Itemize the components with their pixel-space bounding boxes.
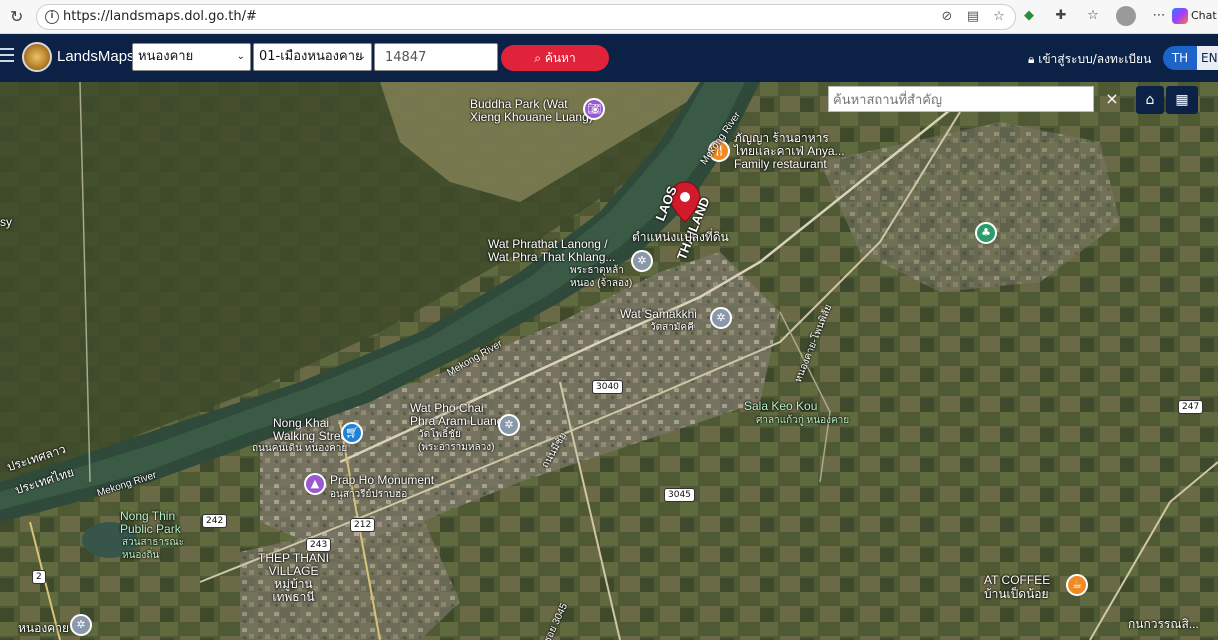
- profile-avatar[interactable]: [1116, 6, 1136, 26]
- road-shield-212: 212: [350, 518, 376, 532]
- parcel-location-label: ตำแหน่งแปลงที่ดิน: [632, 230, 729, 244]
- poi-at-coffee-label: AT COFFEE: [984, 573, 1051, 587]
- parcel-number-input[interactable]: [374, 43, 498, 71]
- search-button[interactable]: ⌕ ค้นหา: [501, 45, 609, 71]
- cafe-icon[interactable]: ☕︎: [1066, 574, 1088, 596]
- buddha-park-icon[interactable]: 📷︎: [583, 98, 605, 120]
- temple-icon[interactable]: ✲: [631, 250, 653, 272]
- reader-view-icon[interactable]: ▤: [965, 9, 981, 25]
- temple-icon[interactable]: ✲: [70, 614, 92, 636]
- app-header: LandsMaps หนองคาย ⌄ 01-เมืองหนองคาย ⌄ ⌕ …: [0, 34, 1218, 82]
- monument-icon[interactable]: ▲: [304, 473, 326, 495]
- poi-nong-thin-park-label: Nong Thin Public Park: [120, 509, 181, 536]
- more-menu-icon[interactable]: ⋯: [1150, 7, 1168, 25]
- road-shield-243: 243: [306, 538, 332, 552]
- copilot-icon: [1172, 8, 1188, 24]
- poi-buddha-park-label: Buddha Park (Wat Xieng Khouane Luang): [470, 97, 593, 124]
- road-shield-247: 247: [1178, 400, 1204, 414]
- grid-layer-icon[interactable]: ▦: [1166, 86, 1198, 114]
- poi-at-coffee-th-label: บ้านเป็ดน้อย: [984, 587, 1049, 601]
- poi-prap-ho-label: Prap Ho Monument: [330, 473, 435, 487]
- chevron-down-icon: ⌄: [357, 51, 366, 62]
- road-shield-3045: 3045: [664, 488, 695, 502]
- shopping-icon[interactable]: 🛒︎: [341, 422, 363, 444]
- favorites-icon[interactable]: ☆: [1084, 7, 1102, 25]
- poi-sala-keo-kou-th-label: ศาลาแก้วกู่ หนองคาย: [756, 415, 850, 426]
- poi-walking-street-label: Nong Khai Walking Street: [273, 416, 351, 443]
- place-nong-khai-label: หนองคาย: [18, 621, 69, 635]
- poi-nong-thin-park-th-label: สวนสาธารณะ หนองถิ่น: [122, 537, 185, 561]
- temple-icon[interactable]: ✲: [710, 307, 732, 329]
- close-icon[interactable]: ×: [1100, 86, 1124, 112]
- temple-icon[interactable]: ✲: [498, 414, 520, 436]
- road-shield-3040: 3040: [592, 380, 623, 394]
- url-text[interactable]: https://landsmaps.dol.go.th/#: [63, 9, 257, 24]
- poi-anya-label: ภัญญา ร้านอาหาร ไทยและคาเฟ่ Anya... Family…: [734, 131, 845, 171]
- home-icon[interactable]: ⌂: [1136, 86, 1164, 114]
- language-en-button[interactable]: EN: [1197, 46, 1218, 70]
- chevron-down-icon: ⌄: [236, 51, 245, 62]
- copilot-button[interactable]: Chat: [1172, 8, 1217, 24]
- map-edge-label-left: sy: [0, 215, 12, 229]
- province-select[interactable]: หนองคาย ⌄: [132, 43, 251, 71]
- search-icon: ⌕: [534, 51, 541, 65]
- favorite-star-icon[interactable]: ☆: [991, 9, 1007, 25]
- road-shield-2: 2: [32, 570, 46, 584]
- poi-wat-phrathat-th-label: พระธาตุหล้า หนอง (จ้าลอง): [570, 265, 633, 289]
- menu-icon[interactable]: [0, 48, 14, 66]
- poi-thep-thani-label: THEP THANI VILLAGE หมู่บ้าน เทพธานี: [258, 551, 329, 604]
- lock-icon: 🔒︎: [1028, 52, 1035, 66]
- district-select[interactable]: 01-เมืองหนองคาย ⌄: [253, 43, 372, 71]
- map-edge-label-right: กนกวรรณสิ...: [1128, 617, 1199, 631]
- extension-icon[interactable]: ◆: [1020, 7, 1038, 25]
- tracking-prevention-icon[interactable]: ⊘: [939, 9, 955, 25]
- brand-name: LandsMaps: [57, 48, 135, 65]
- poi-prap-ho-th-label: อนุสาวรีย์ปราบฮ่อ: [330, 489, 408, 500]
- poi-wat-samakkhi-th-label: วัดสามัคคี: [650, 322, 694, 333]
- park-icon[interactable]: ♣: [975, 222, 997, 244]
- address-bar[interactable]: i https://landsmaps.dol.go.th/# ⊘ ▤ ☆: [36, 4, 1016, 30]
- site-info-icon[interactable]: i: [45, 10, 59, 24]
- dol-logo: [22, 42, 52, 72]
- landmark-search-input[interactable]: [828, 86, 1094, 112]
- poi-wat-pho-chai-th-label: วัดโพธิ์ชัย (พระอารามหลวง): [418, 429, 495, 453]
- language-th-button[interactable]: TH: [1163, 46, 1197, 70]
- login-register-link[interactable]: 🔒︎ เข้าสู่ระบบ/ลงทะเบียน: [1028, 50, 1151, 69]
- satellite-map[interactable]: Buddha Park (Wat Xieng Khouane Luang) 📷︎ …: [0, 82, 1218, 640]
- road-shield-242: 242: [202, 514, 228, 528]
- browser-toolbar: ↻ i https://landsmaps.dol.go.th/# ⊘ ▤ ☆ …: [0, 0, 1218, 34]
- poi-walking-street-th-label: ถนนคนเดิน หนองคาย: [252, 443, 348, 454]
- poi-wat-samakkhi-label: Wat Samakkhi: [620, 307, 697, 321]
- poi-wat-phrathat-label: Wat Phrathat Lanong / Wat Phra That Khlan…: [488, 237, 616, 264]
- poi-sala-keo-kou-label: Sala Keo Kou: [744, 399, 818, 413]
- reload-icon[interactable]: ↻: [10, 8, 28, 26]
- extensions-puzzle-icon[interactable]: ✚: [1052, 7, 1070, 25]
- poi-wat-pho-chai-label: Wat Pho Chai Phra Aram Luang: [410, 401, 504, 428]
